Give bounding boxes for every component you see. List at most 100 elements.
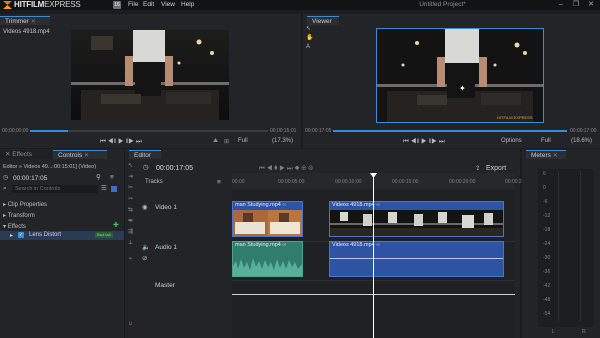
meter-scale-8: -42 (543, 283, 551, 289)
menu-file[interactable]: File (128, 0, 138, 10)
tree-clip-properties[interactable]: ▸ Clip Properties (3, 201, 47, 208)
trimmer-quality-select[interactable]: Full (238, 138, 248, 144)
viewer-select-tool-icon[interactable]: ↖ (306, 26, 311, 33)
app-logo-text: HITFILMEXPRESS (14, 0, 81, 9)
trimmer-zoom-select[interactable]: (17.3%) (272, 138, 293, 144)
audio-track-label: Audio 1 (155, 244, 178, 251)
razor-tool-icon[interactable]: ✂ (127, 185, 134, 192)
meter-scale-9: -48 (543, 297, 551, 303)
select-tool-icon[interactable]: ↖ (127, 163, 134, 170)
menu-bar: HITFILMEXPRESS 16 File Edit View Help Un… (0, 0, 600, 10)
controls-search-input[interactable]: Search in Controls (12, 185, 98, 193)
trimmer-panel: Trimmer ✕ Videos 4918.mp4 00;00;00;00 00… (0, 14, 301, 148)
controls-timecode[interactable]: 00:00:17:05 (13, 175, 47, 182)
audio-track-mute-icon[interactable]: ⊘ (142, 255, 147, 263)
effect-badge: Bad tab (95, 232, 113, 238)
video-clip-videos-4918[interactable]: Videos 4918.mp4 ∞ (329, 201, 504, 237)
menu-help[interactable]: Help (181, 0, 194, 10)
meter-scale-5: -24 (543, 241, 551, 247)
add-effect-icon[interactable]: ✚ (113, 222, 119, 229)
trimmer-scrub-bar[interactable] (30, 130, 268, 132)
tree-effects[interactable]: ▾ Effects (3, 223, 26, 230)
version-badge: 16 (113, 1, 121, 9)
viewer-hand-tool-icon[interactable]: ✋ (306, 35, 313, 42)
video-track-label: Video 1 (155, 204, 177, 211)
menu-view[interactable]: View (161, 0, 175, 10)
video-clip-2-thumbnails (330, 210, 503, 236)
grid-view-icon[interactable] (111, 186, 117, 192)
viewer-scrub-bar[interactable] (333, 130, 567, 132)
menu-edit[interactable]: Edit (143, 0, 154, 10)
ruler-label-2: 00:00:10:00 (335, 179, 362, 185)
audio-track-speaker-icon[interactable]: 🔈 (142, 244, 150, 252)
magnet-icon[interactable]: ∪ (127, 321, 134, 328)
rate-stretch-tool-icon[interactable]: ⟂ (127, 240, 134, 247)
meter-scale-3: -12 (543, 213, 551, 219)
restore-button[interactable]: ❐ (571, 1, 581, 9)
viewer-scrub-progress (333, 130, 567, 132)
viewer-zoom-select[interactable]: (18.6%) (571, 138, 592, 144)
video-clip-1-thumbnails (233, 210, 302, 236)
tab-controls[interactable]: Controls ✕ (53, 150, 107, 159)
audio-clip-1-waveform (233, 258, 302, 276)
audio-clip-man-studying[interactable]: man Studying.mp4 ∞ (232, 241, 303, 277)
effect-row-lens-distort[interactable]: ▸ ✓ Lens Distort Bad tab (0, 231, 124, 240)
video-clip-1-title: man Studying.mp4 ∞ (235, 202, 287, 208)
video-track-eye-icon[interactable]: ◉ (142, 204, 148, 212)
video-clip-man-studying[interactable]: man Studying.mp4 ∞ (232, 201, 303, 237)
minimize-button[interactable]: – (556, 1, 566, 9)
hitfilm-logo-icon (3, 1, 12, 9)
viewer-panel: Viewer ↖ ✋ A ✦ HITFILM EXPRESS 00:00:17:… (303, 14, 600, 148)
tab-effects[interactable]: ✕ Effects (0, 150, 52, 159)
export-button[interactable]: Export (486, 165, 506, 172)
snapping-icon[interactable]: ⌁ (127, 256, 134, 263)
editor-transport-controls[interactable]: ⏮ ◀ ⧫ ▶ ⏭ ◆ ⊕ ⊗ (259, 165, 313, 173)
master-track-label: Master (155, 282, 175, 289)
effects-panel: ✕ Effects Controls ✕ Editor » Videos 49.… (0, 149, 124, 338)
ruler-label-4: 00:00:20:00 (449, 179, 476, 185)
viewer-options-button[interactable]: Options (501, 138, 522, 144)
editor-timecode[interactable]: 00:00:17:05 (156, 165, 193, 172)
tab-viewer[interactable]: Viewer (307, 16, 339, 25)
slide-tool-icon[interactable]: ⇆ (127, 207, 134, 214)
editor-clock-icon: ◷ (143, 164, 149, 171)
tab-trimmer[interactable]: Trimmer ✕ (0, 16, 50, 25)
playhead[interactable] (373, 175, 374, 338)
trimmer-overlay-icon[interactable]: ⊞ (224, 138, 229, 145)
controls-pin-icon[interactable]: ⚲ (96, 174, 101, 182)
meter-divider-right (580, 171, 581, 321)
meter-scale-6: -30 (543, 255, 551, 261)
list-view-icon[interactable]: ☰ (101, 185, 107, 193)
audio-clip-2-title: Videos 4918.mp4 ∞ (332, 242, 381, 248)
project-title: Untitled Project* (419, 1, 466, 8)
trimmer-transport[interactable]: ⏮ ◀‖ ▶ ‖▶ ⏭ (100, 138, 142, 146)
viewer-quality-select[interactable]: Full (541, 138, 551, 144)
effect-enabled-checkbox[interactable]: ✓ (18, 232, 24, 238)
close-button[interactable]: ✕ (586, 1, 596, 9)
trimmer-insert-icon[interactable]: ⛰ (213, 138, 218, 145)
tree-transform[interactable]: ▸ Transform (3, 212, 35, 219)
tab-meters[interactable]: Meters ✕ (526, 150, 566, 159)
roll-tool-icon[interactable]: ⇹ (127, 218, 134, 225)
meter-channel-left: L (552, 329, 555, 335)
meter-scale-0: 6 (543, 171, 546, 177)
viewer-text-tool-icon[interactable]: A (306, 44, 310, 51)
audio-clip-videos-4918[interactable]: Videos 4918.mp4 ∞ (329, 241, 504, 277)
slip-tool-icon[interactable]: ⇿ (127, 196, 134, 203)
editor-panel: Editor ↖ ⇥ ✂ ⇿ ⇆ ⇹ ⇶ ⟂ ⌁ ∪ ◷ 00:00:17:05… (125, 149, 531, 338)
meter-scale-7: -36 (543, 269, 551, 275)
viewer-transport[interactable]: ⏮ ◀‖ ▶ ‖▶ ⏭ (403, 138, 445, 146)
tracks-menu-icon[interactable]: ≡ (217, 179, 221, 187)
ruler-label-1: 00:00:05:00 (278, 179, 305, 185)
meter-scale-1: 0 (543, 185, 546, 191)
controls-settings-icon[interactable]: ≡ (110, 174, 114, 182)
meter-channel-right: R (582, 329, 586, 335)
tab-editor[interactable]: Editor (129, 150, 161, 159)
meters-panel: Meters ✕ 6 0 -6 -12 -18 -24 -30 -36 -42 … (522, 149, 600, 338)
ripple-tool-icon[interactable]: ⇶ (127, 229, 134, 236)
viewer-video-frame[interactable]: ✦ HITFILM EXPRESS (376, 28, 544, 123)
effect-expand-icon[interactable]: ▸ (10, 232, 13, 239)
trimmer-filename: Videos 4918.mp4 (3, 29, 50, 35)
controls-clock-icon: ◷ (3, 175, 9, 181)
track-select-tool-icon[interactable]: ⇥ (127, 174, 134, 181)
